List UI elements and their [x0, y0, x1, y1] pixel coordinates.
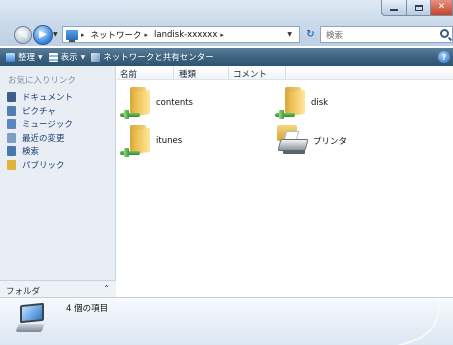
music-icon — [7, 119, 16, 129]
breadcrumb-separator[interactable]: ▸ — [220, 31, 224, 39]
navigation-pane: お気に入りリンク ドキュメント ピクチャ ミュージック 最近の変更 検索 パブリ… — [0, 66, 116, 297]
network-icon — [66, 29, 78, 42]
sidebar-item-recent-changes[interactable]: 最近の変更 — [7, 132, 73, 144]
maximize-icon — [414, 4, 423, 11]
decorative-swoosh — [371, 296, 449, 345]
sidebar-item-label: ピクチャ — [22, 106, 56, 117]
refresh-icon: ↻ — [306, 29, 315, 40]
column-header-comment[interactable]: コメント — [233, 68, 267, 80]
public-folder-icon — [7, 159, 16, 170]
sidebar-item-public[interactable]: パブリック — [7, 159, 73, 171]
printer-icon — [275, 123, 309, 159]
column-header-type[interactable]: 種類 — [179, 68, 196, 80]
search-folder-icon — [7, 146, 16, 156]
help-icon[interactable]: ? — [438, 51, 450, 63]
list-item-itunes[interactable]: itunes — [120, 123, 182, 159]
minimize-icon — [390, 8, 398, 11]
pictures-icon — [7, 105, 16, 116]
search-input[interactable]: 検索 — [326, 29, 343, 41]
item-label: contents — [156, 98, 193, 108]
organize-label: 整理 — [18, 53, 36, 63]
list-item-printer[interactable]: プリンタ — [275, 123, 347, 159]
sidebar-item-label: 最近の変更 — [22, 133, 65, 144]
breadcrumb-separator[interactable]: ▸ — [81, 31, 85, 39]
breadcrumb-network[interactable]: ネットワーク — [91, 29, 142, 41]
network-center-label: ネットワークと共有センター — [103, 53, 214, 63]
window-controls: ✕ — [381, 0, 453, 18]
sidebar-item-label: パブリック — [22, 160, 65, 171]
column-divider[interactable] — [173, 67, 174, 79]
views-button[interactable]: 表示 ▼ — [48, 51, 86, 63]
back-button[interactable]: ◀ — [14, 26, 32, 44]
address-dropdown-icon[interactable]: ▼ — [287, 31, 292, 38]
views-label: 表示 — [60, 53, 78, 63]
network-computer-icon — [15, 302, 47, 334]
file-list: contents disk itunes プリンタ — [117, 80, 453, 297]
chevron-down-icon: ▼ — [38, 53, 43, 61]
column-headers: 名前 ⌃ 種類 コメント — [117, 62, 453, 80]
column-divider[interactable] — [228, 67, 229, 79]
close-icon: ✕ — [437, 2, 446, 12]
chevron-down-icon: ▼ — [80, 53, 86, 61]
column-divider[interactable] — [285, 67, 286, 79]
command-bar: 整理 ▼ 表示 ▼ ネットワークと共有センター ? — [0, 48, 453, 66]
sidebar-item-label: ミュージック — [22, 120, 73, 130]
refresh-button[interactable]: ↻ — [302, 26, 319, 43]
sidebar-item-search[interactable]: 検索 — [7, 145, 73, 157]
views-icon — [48, 52, 58, 62]
list-item-contents[interactable]: contents — [120, 85, 193, 121]
back-arrow-icon: ◀ — [19, 29, 27, 40]
breadcrumb-separator[interactable]: ▸ — [145, 31, 149, 39]
sidebar-item-documents[interactable]: ドキュメント — [7, 91, 73, 103]
organize-icon — [6, 52, 15, 62]
shared-folder-icon — [120, 85, 152, 121]
item-label: disk — [311, 98, 329, 108]
close-button[interactable]: ✕ — [431, 0, 453, 16]
search-box[interactable]: 検索 — [320, 26, 453, 43]
sort-indicator-icon: ⌃ — [145, 62, 151, 69]
details-pane: 4 個の項目 — [0, 296, 453, 345]
forward-button[interactable]: ▶ — [33, 25, 53, 45]
folders-label: フォルダ — [6, 287, 41, 297]
documents-icon — [7, 92, 16, 102]
title-bar: ✕ ◀ ▶ ▼ ▸ ネットワーク ▸ landisk-xxxxxx ▸ ▼ ↻ … — [0, 0, 453, 46]
folders-toggle[interactable]: フォルダ ⌃ — [0, 280, 116, 297]
sidebar-item-label: ドキュメント — [22, 93, 74, 103]
sidebar-item-label: 検索 — [22, 147, 40, 157]
explorer-window: ✕ ◀ ▶ ▼ ▸ ネットワーク ▸ landisk-xxxxxx ▸ ▼ ↻ … — [0, 0, 453, 345]
item-label: itunes — [156, 136, 183, 146]
favorite-links-title: お気に入りリンク — [8, 76, 77, 86]
item-label: プリンタ — [313, 137, 348, 147]
network-center-icon — [91, 52, 101, 62]
minimize-button[interactable] — [381, 0, 407, 16]
favorite-links-list: ドキュメント ピクチャ ミュージック 最近の変更 検索 パブリック — [7, 91, 73, 172]
chevron-up-icon: ⌃ — [103, 284, 110, 293]
shared-folder-icon — [275, 85, 307, 121]
recent-changes-icon — [7, 132, 16, 143]
column-header-name[interactable]: 名前 — [120, 68, 137, 80]
maximize-button[interactable] — [407, 0, 431, 16]
forward-arrow-icon: ▶ — [39, 29, 47, 40]
shared-folder-icon — [120, 123, 152, 159]
breadcrumb-landisk[interactable]: landisk-xxxxxx — [154, 30, 217, 40]
item-count: 4 個の項目 — [66, 304, 109, 314]
recent-pages-dropdown[interactable]: ▼ — [53, 31, 58, 38]
search-icon[interactable] — [440, 29, 449, 38]
sidebar-item-pictures[interactable]: ピクチャ — [7, 105, 73, 117]
list-item-disk[interactable]: disk — [275, 85, 328, 121]
organize-button[interactable]: 整理 ▼ — [6, 51, 43, 63]
sidebar-item-music[interactable]: ミュージック — [7, 118, 73, 130]
network-sharing-center-button[interactable]: ネットワークと共有センター — [91, 51, 214, 63]
address-bar[interactable]: ▸ ネットワーク ▸ landisk-xxxxxx ▸ ▼ — [62, 26, 300, 43]
